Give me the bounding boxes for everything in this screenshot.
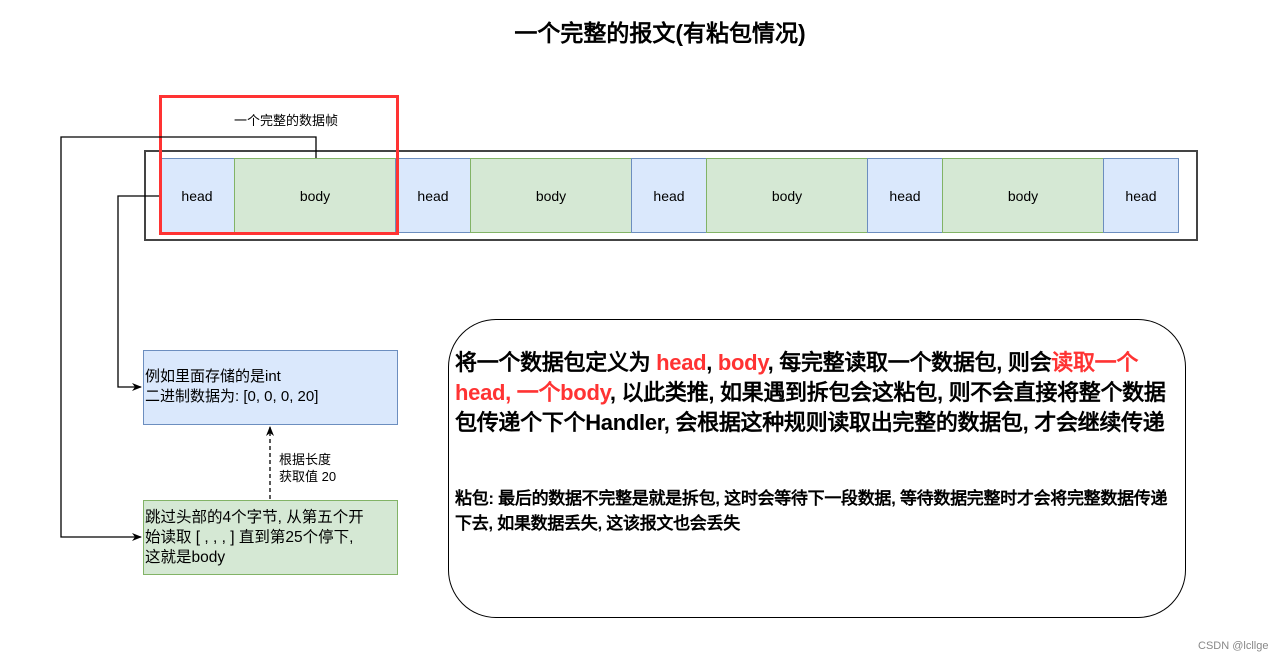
body-read-line2: 始读取 [ , , , ] 直到第25个停下, bbox=[145, 529, 354, 546]
emphasis-text: body bbox=[717, 350, 768, 375]
explanation-text: 将一个数据包定义为 bbox=[455, 350, 657, 375]
int-example-line2: 二进制数据为: [0, 0, 0, 20] bbox=[145, 388, 319, 405]
explanation-main-text: 将一个数据包定义为 head, body, 每完整读取一个数据包, 则会读取一个… bbox=[455, 348, 1180, 438]
int-example-box: 例如里面存储的是int 二进制数据为: [0, 0, 0, 20] bbox=[143, 350, 398, 425]
length-label-line1: 根据长度 bbox=[279, 452, 332, 467]
body-read-line3: 这就是body bbox=[145, 549, 226, 566]
length-label: 根据长度 获取值 20 bbox=[279, 451, 336, 485]
int-example-line1: 例如里面存储的是int bbox=[145, 368, 281, 385]
watermark: CSDN @lcllge bbox=[1198, 640, 1269, 652]
body-read-box: 跳过头部的4个字节, 从第五个开 始读取 [ , , , ] 直到第25个停下,… bbox=[143, 500, 398, 575]
explanation-sticky-packet-text: 粘包: 最后的数据不完整是就是拆包, 这时会等待下一段数据, 等待数据完整时才会… bbox=[455, 489, 1168, 533]
body-to-body-box-arrow bbox=[60, 136, 317, 541]
explanation-text: , bbox=[706, 350, 718, 375]
explanation-text: , 每完整读取一个数据包, 则会 bbox=[767, 350, 1052, 375]
emphasis-text: head bbox=[656, 350, 707, 375]
body-read-line1: 跳过头部的4个字节, 从第五个开 bbox=[145, 509, 364, 526]
length-label-line2: 获取值 20 bbox=[279, 469, 337, 484]
